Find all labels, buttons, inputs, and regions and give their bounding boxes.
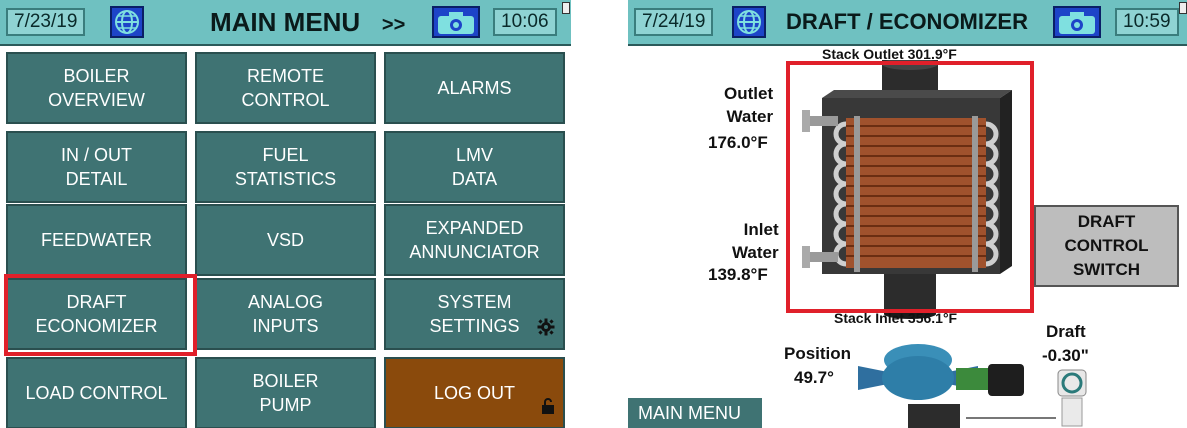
camera-icon[interactable] [432,6,480,38]
remote-control-button[interactable]: REMOTE CONTROL [195,52,376,124]
lmv-data-button[interactable]: LMV DATA [384,131,565,203]
boiler-pump-button[interactable]: BOILER PUMP [195,357,376,428]
draft-transmitter-icon [1057,369,1087,427]
load-control-button[interactable]: LOAD CONTROL [6,357,187,428]
globe-icon[interactable] [110,6,144,38]
main-menu-button[interactable]: MAIN MENU [628,398,762,428]
economizer-illustration [802,60,1012,319]
boiler-overview-button[interactable]: BOILER OVERVIEW [6,52,187,124]
page-title: DRAFT / ECONOMIZER [786,9,1028,34]
title-text: MAIN MENU [210,7,361,37]
in-out-detail-button[interactable]: IN / OUT DETAIL [6,131,187,203]
globe-icon[interactable] [732,6,766,38]
header-bar: 7/24/19 DRAFT / ECONOMIZER 10:59 [628,0,1187,46]
draft-control-switch-button[interactable]: DRAFT CONTROL SWITCH [1034,205,1179,287]
outlet-water-label: Outlet Water [724,84,774,126]
alarms-button[interactable]: ALARMS [384,52,565,124]
gear-icon [537,294,555,342]
draft-economizer-screen: 7/24/19 DRAFT / ECONOMIZER 10:59 Stack O… [628,0,1187,428]
inlet-water-value: 139.8°F [708,265,768,284]
inlet-water-label: Inlet Water [732,220,779,262]
time-display: 10:06 [493,8,557,36]
expanded-annunciator-button[interactable]: EXPANDED ANNUNCIATOR [384,204,565,276]
stack-inlet-label: Stack Inlet 356.1°F [834,310,958,326]
damper-actuator-illustration [858,344,1024,428]
draft-label: Draft [1046,322,1086,341]
page-title: MAIN MENU >> [210,6,405,41]
analog-inputs-button[interactable]: ANALOG INPUTS [195,278,376,350]
camera-icon[interactable] [1053,6,1101,38]
system-settings-button[interactable]: SYSTEM SETTINGS [384,278,565,350]
header-bar: 7/23/19 MAIN MENU >> 10:06 [0,0,571,46]
draft-economizer-button[interactable]: DRAFT ECONOMIZER [6,278,187,350]
feedwater-button[interactable]: FEEDWATER [6,204,187,276]
unlock-icon [541,373,555,421]
battery-icon [562,2,570,14]
vsd-button[interactable]: VSD [195,204,376,276]
outlet-water-value: 176.0°F [708,133,768,152]
battery-icon [1179,2,1187,14]
pressure-line [966,417,1056,419]
log-out-label: LOG OUT [433,383,515,403]
next-arrow[interactable]: >> [382,14,405,36]
fuel-statistics-button[interactable]: FUEL STATISTICS [195,131,376,203]
main-menu-screen: 7/23/19 MAIN MENU >> 10:06 BOILER OVERVI… [0,0,571,428]
log-out-button[interactable]: LOG OUT [384,357,565,428]
date-display: 7/23/19 [6,8,86,36]
date-display: 7/24/19 [634,8,714,36]
draft-value: -0.30" [1042,346,1089,365]
time-display: 10:59 [1115,8,1179,36]
position-value: 49.7° [794,368,834,387]
system-settings-label: SYSTEM SETTINGS [429,292,520,336]
